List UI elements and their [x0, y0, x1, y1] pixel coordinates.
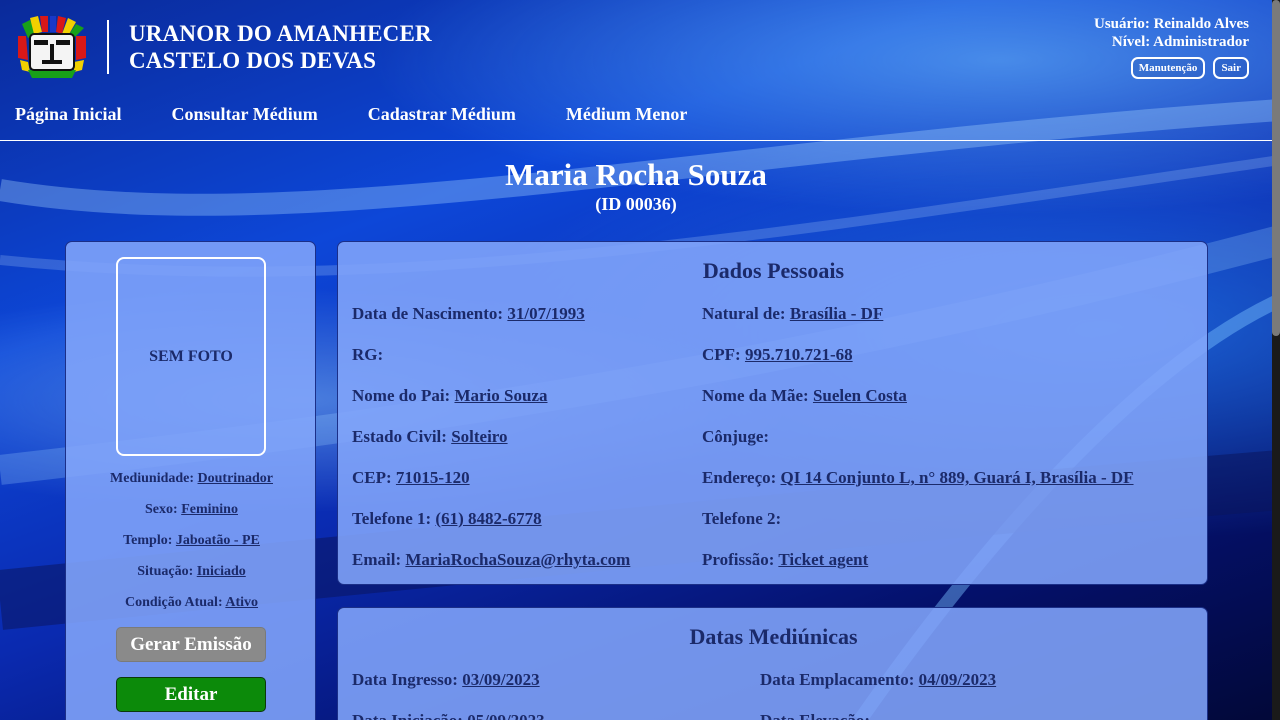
editar-button[interactable]: Editar: [116, 677, 266, 712]
telefone2-label: Telefone 2:: [702, 509, 782, 528]
cep-value[interactable]: 71015-120: [396, 468, 470, 487]
nascimento-field: Data de Nascimento: 31/07/1993: [352, 304, 585, 324]
estado-civil-label: Estado Civil:: [352, 427, 447, 446]
sexo-label: Sexo:: [145, 502, 178, 517]
endereco-field: Endereço: QI 14 Conjunto L, n° 889, Guar…: [702, 468, 1134, 488]
condicao-row: Condição Atual: Ativo: [66, 595, 317, 611]
mae-value[interactable]: Suelen Costa: [813, 386, 907, 405]
nav-cadastrar-medium[interactable]: Cadastrar Médium: [368, 104, 516, 125]
user-level: Nível: Administrador: [1111, 34, 1249, 50]
natural-label: Natural de:: [702, 304, 786, 323]
telefone1-value[interactable]: (61) 8482-6778: [435, 509, 541, 528]
main-nav: Página Inicial Consultar Médium Cadastra…: [15, 104, 737, 125]
profissao-value[interactable]: Ticket agent: [778, 550, 868, 569]
sexo-row: Sexo: Feminino: [66, 502, 317, 518]
pai-value[interactable]: Mario Souza: [454, 386, 547, 405]
user-actions: Manutenção Sair: [1094, 57, 1249, 79]
nascimento-label: Data de Nascimento:: [352, 304, 504, 323]
endereco-label: Endereço:: [702, 468, 777, 487]
iniciacao-label: Data Iniciação:: [352, 711, 463, 720]
ingresso-value[interactable]: 03/09/2023: [462, 670, 539, 689]
uranor-logo-icon: [18, 16, 86, 78]
elevacao-label: Data Elevação:: [760, 711, 870, 720]
profissao-label: Profissão:: [702, 550, 775, 569]
email-label: Email:: [352, 550, 402, 569]
logout-button[interactable]: Sair: [1213, 57, 1249, 79]
condicao-value[interactable]: Ativo: [225, 595, 258, 610]
cep-label: CEP:: [352, 468, 392, 487]
pai-label: Nome do Pai:: [352, 386, 451, 405]
mae-field: Nome da Mãe: Suelen Costa: [702, 386, 907, 406]
mediunidade-label: Mediunidade:: [110, 471, 195, 486]
profissao-field: Profissão: Ticket agent: [702, 550, 868, 570]
mediunidade-value[interactable]: Doutrinador: [198, 471, 273, 486]
conjuge-label: Cônjuge:: [702, 427, 770, 446]
emplacamento-value[interactable]: 04/09/2023: [919, 670, 996, 689]
cep-field: CEP: 71015-120: [352, 468, 470, 488]
scrollbar-thumb[interactable]: [1272, 0, 1280, 336]
email-field: Email: MariaRochaSouza@rhyta.com: [352, 550, 630, 570]
rg-field: RG:: [352, 345, 383, 365]
dados-pessoais-card: Dados Pessoais Data de Nascimento: 31/07…: [337, 241, 1208, 585]
estado-civil-value[interactable]: Solteiro: [451, 427, 507, 446]
brand-title: URANOR DO AMANHECER CASTELO DOS DEVAS: [129, 20, 432, 74]
top-header: URANOR DO AMANHECER CASTELO DOS DEVAS Us…: [0, 0, 1272, 141]
ingresso-field: Data Ingresso: 03/09/2023: [352, 670, 540, 690]
email-value[interactable]: MariaRochaSouza@rhyta.com: [405, 550, 630, 569]
user-info: Usuário: Reinaldo Alves Nível: Administr…: [1094, 15, 1249, 79]
emplacamento-label: Data Emplacamento:: [760, 670, 915, 689]
photo-placeholder: SEM FOTO: [116, 257, 266, 456]
profile-id: (ID 00036): [595, 194, 677, 214]
page-scrollbar[interactable]: [1272, 0, 1280, 720]
nav-consultar-medium[interactable]: Consultar Médium: [172, 104, 318, 125]
templo-row: Templo: Jaboatão - PE: [66, 533, 317, 549]
dados-pessoais-title: Dados Pessoais: [702, 258, 845, 283]
brand-divider: [107, 20, 109, 74]
ingresso-label: Data Ingresso:: [352, 670, 458, 689]
emplacamento-field: Data Emplacamento: 04/09/2023: [760, 670, 996, 690]
datas-mediunicas-title: Datas Mediúnicas: [689, 624, 858, 649]
situacao-label: Situação:: [137, 564, 194, 579]
condicao-label: Condição Atual:: [124, 595, 223, 610]
profile-name: Maria Rocha Souza: [505, 157, 767, 192]
telefone1-field: Telefone 1: (61) 8482-6778: [352, 509, 542, 529]
natural-field: Natural de: Brasília - DF: [702, 304, 883, 324]
iniciacao-value[interactable]: 05/09/2023: [467, 711, 544, 720]
templo-label: Templo:: [123, 533, 173, 548]
situacao-value[interactable]: Iniciado: [197, 564, 246, 579]
rg-label: RG:: [352, 345, 384, 364]
nav-home[interactable]: Página Inicial: [15, 104, 122, 125]
cpf-field: CPF: 995.710.721-68: [702, 345, 853, 365]
telefone1-label: Telefone 1:: [352, 509, 432, 528]
gerar-emissao-button[interactable]: Gerar Emissão: [116, 627, 266, 662]
cpf-label: CPF:: [702, 345, 741, 364]
pai-field: Nome do Pai: Mario Souza: [352, 386, 548, 406]
brand-line-2: CASTELO DOS DEVAS: [129, 48, 377, 73]
brand-line-1: URANOR DO AMANHECER: [129, 21, 432, 46]
sexo-value[interactable]: Feminino: [181, 502, 238, 517]
user-name: Usuário: Reinaldo Alves: [1093, 16, 1249, 32]
endereco-value[interactable]: QI 14 Conjunto L, n° 889, Guará I, Brasí…: [781, 468, 1134, 487]
iniciacao-field: Data Iniciação: 05/09/2023: [352, 711, 545, 720]
templo-value[interactable]: Jaboatão - PE: [176, 533, 260, 548]
estado-civil-field: Estado Civil: Solteiro: [352, 427, 508, 447]
elevacao-field: Data Elevação:: [760, 711, 870, 720]
mediunidade-row: Mediunidade: Doutrinador: [66, 471, 317, 487]
datas-mediunicas-card: Datas Mediúnicas Data Ingresso: 03/09/20…: [337, 607, 1208, 720]
conjuge-field: Cônjuge:: [702, 427, 769, 447]
nav-medium-menor[interactable]: Médium Menor: [566, 104, 687, 125]
nascimento-value[interactable]: 31/07/1993: [507, 304, 584, 323]
telefone2-field: Telefone 2:: [702, 509, 781, 529]
natural-value[interactable]: Brasília - DF: [790, 304, 884, 323]
cpf-value[interactable]: 995.710.721-68: [745, 345, 853, 364]
situacao-row: Situação: Iniciado: [66, 564, 317, 580]
mae-label: Nome da Mãe:: [702, 386, 809, 405]
profile-sidebar-card: SEM FOTO Mediunidade: Doutrinador Sexo: …: [65, 241, 316, 720]
maintenance-button[interactable]: Manutenção: [1130, 57, 1206, 79]
